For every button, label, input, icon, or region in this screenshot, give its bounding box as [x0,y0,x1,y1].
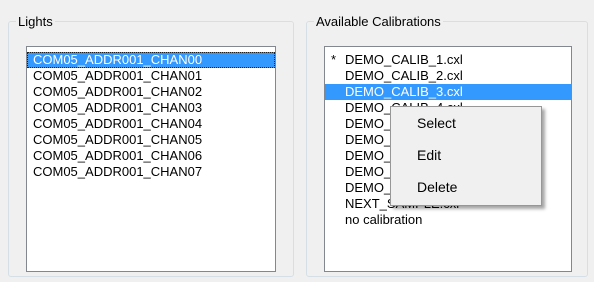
calibrations-group-title: Available Calibrations [314,14,443,30]
calibration-label: DEMO_CALIB_2.cxl [345,68,463,83]
active-calibration-marker: * [331,52,337,67]
calibration-list-item[interactable]: DEMO_CALIB_3.cxl [325,84,571,100]
light-list-item[interactable]: COM05_ADDR001_CHAN04 [27,116,275,132]
lights-group-title: Lights [16,14,55,30]
calibration-label: no calibration [345,212,423,227]
calibration-label: DEMO_CALIB_3.cxl [345,84,463,99]
calibration-list-item[interactable]: * DEMO_CALIB_1.cxl [325,52,571,68]
lights-listbox[interactable]: COM05_ADDR001_CHAN00 COM05_ADDR001_CHAN01… [26,46,276,272]
light-list-item[interactable]: COM05_ADDR001_CHAN03 [27,100,275,116]
context-menu: Select Edit Delete [390,106,542,206]
calibration-list-item[interactable]: no calibration [325,212,571,228]
menu-item-delete[interactable]: Delete [392,176,540,198]
light-list-item[interactable]: COM05_ADDR001_CHAN02 [27,84,275,100]
light-list-item[interactable]: COM05_ADDR001_CHAN07 [27,164,275,180]
calibration-list-item[interactable]: DEMO_CALIB_2.cxl [325,68,571,84]
light-list-item[interactable]: COM05_ADDR001_CHAN05 [27,132,275,148]
light-list-item[interactable]: COM05_ADDR001_CHAN06 [27,148,275,164]
calibration-label: DEMO_CALIB_1.cxl [345,52,463,67]
menu-item-edit[interactable]: Edit [392,144,540,166]
menu-item-select[interactable]: Select [392,112,540,134]
light-list-item[interactable]: COM05_ADDR001_CHAN00 [27,52,275,68]
light-list-item[interactable]: COM05_ADDR001_CHAN01 [27,68,275,84]
